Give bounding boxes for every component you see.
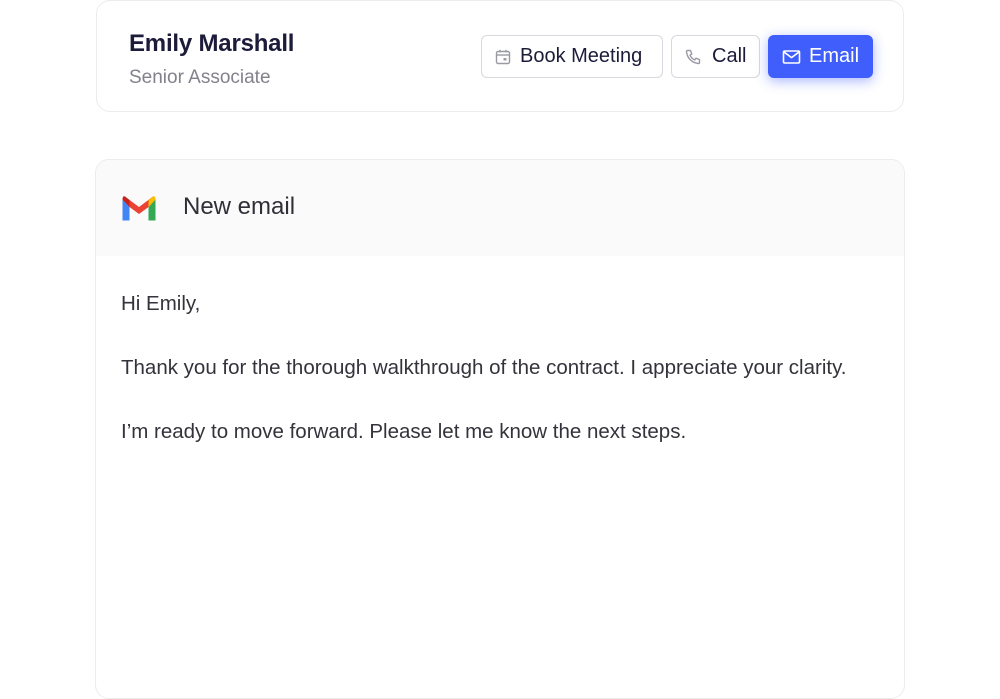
book-meeting-label: Book Meeting	[520, 45, 643, 67]
call-button[interactable]: Call	[671, 35, 760, 78]
email-greeting: Hi Emily,	[121, 292, 201, 315]
email-composer: New email Hi Emily, Thank you for the th…	[95, 159, 905, 699]
mail-icon	[782, 49, 801, 65]
contact-card: Emily Marshall Senior Associate Book Mee…	[96, 0, 904, 112]
calendar-icon	[494, 48, 512, 66]
contact-role: Senior Associate	[129, 67, 271, 88]
contact-name: Emily Marshall	[129, 30, 295, 57]
composer-title: New email	[183, 193, 296, 220]
phone-icon	[684, 48, 702, 66]
email-paragraph: I’m ready to move forward. Please let me…	[121, 420, 687, 443]
email-label: Email	[809, 45, 860, 67]
email-paragraph: Thank you for the thorough walkthrough o…	[121, 356, 847, 379]
composer-header: New email	[96, 160, 904, 256]
call-label: Call	[712, 45, 747, 67]
gmail-logo-icon	[120, 195, 158, 228]
email-body-editor[interactable]: Hi Emily, Thank you for the thorough wal…	[121, 288, 881, 480]
book-meeting-button[interactable]: Book Meeting	[481, 35, 663, 78]
email-button[interactable]: Email	[768, 35, 873, 78]
